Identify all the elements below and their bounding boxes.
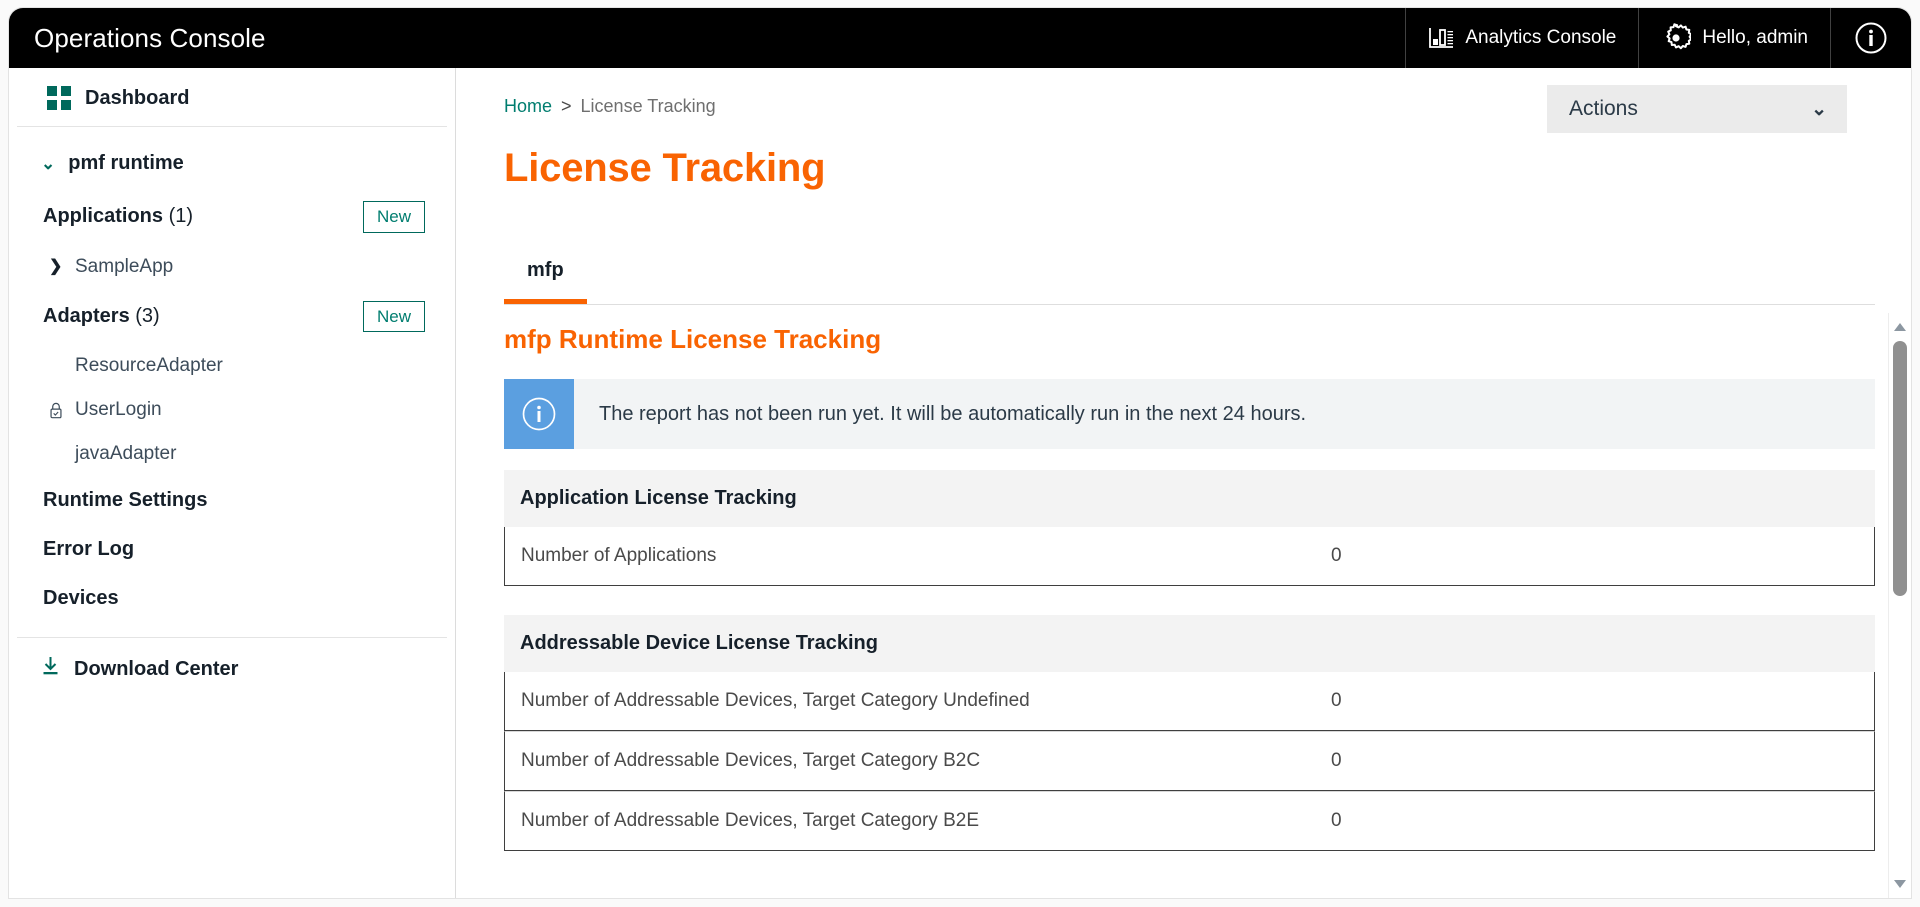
sidebar-item-dashboard[interactable]: Dashboard <box>47 86 421 110</box>
sidebar-item-runtime-settings[interactable]: Runtime Settings <box>9 476 455 525</box>
section-title: mfp Runtime License Tracking <box>504 324 881 355</box>
sidebar-group-adapters: Adapters (3) New <box>9 289 455 345</box>
sidebar-item-userlogin-label: UserLogin <box>75 399 162 421</box>
chevron-down-icon: ⌄ <box>1811 98 1827 121</box>
gear-icon <box>1661 23 1691 53</box>
addressable-device-license-table: Addressable Device License Tracking Numb… <box>504 615 1875 851</box>
chevron-right-icon: ❯ <box>49 259 63 275</box>
sidebar-item-pmf-runtime-label: pmf runtime <box>68 152 184 175</box>
scrollbar-thumb[interactable] <box>1893 341 1907 596</box>
sidebar-nav: ⌄ pmf runtime Applications (1) New ❯ Sam… <box>9 127 455 696</box>
adapters-label: Adapters <box>43 305 130 327</box>
scroll-down-button[interactable] <box>1889 874 1911 894</box>
actions-dropdown[interactable]: Actions ⌄ <box>1547 85 1847 133</box>
applications-label: Applications <box>43 205 163 227</box>
chevron-down-icon: ⌄ <box>41 155 55 172</box>
app-title: Operations Console <box>9 8 1405 68</box>
sidebar-item-sampleapp-label: SampleApp <box>75 256 173 278</box>
sidebar-item-devices[interactable]: Devices <box>9 574 455 623</box>
breadcrumb: Home > License Tracking <box>504 96 716 117</box>
analytics-console-button[interactable]: Analytics Console <box>1405 8 1638 68</box>
triangle-down-icon <box>1894 880 1906 888</box>
row-label: Number of Addressable Devices, Target Ca… <box>505 750 1331 772</box>
actions-dropdown-label: Actions <box>1569 97 1638 121</box>
breadcrumb-separator: > <box>561 96 572 117</box>
sidebar-item-download-center-label: Download Center <box>74 658 238 681</box>
info-button[interactable] <box>1830 8 1911 68</box>
sidebar-group-applications: Applications (1) New <box>9 189 455 245</box>
sidebar-item-error-log[interactable]: Error Log <box>9 525 455 574</box>
sidebar-item-download-center[interactable]: Download Center <box>9 638 455 696</box>
sidebar-item-pmf-runtime[interactable]: ⌄ pmf runtime <box>9 137 455 189</box>
breadcrumb-home[interactable]: Home <box>504 96 552 117</box>
user-menu-label: Hello, admin <box>1702 27 1808 49</box>
sidebar-item-javaadapter[interactable]: javaAdapter <box>9 432 455 476</box>
vertical-scrollbar[interactable] <box>1888 313 1911 898</box>
user-menu-button[interactable]: Hello, admin <box>1638 8 1830 68</box>
sidebar-item-resourceadapter-label: ResourceAdapter <box>75 355 223 377</box>
applications-count: (1) <box>169 205 193 227</box>
app-header: Operations Console <box>9 8 1911 68</box>
lock-check-icon <box>49 401 63 420</box>
download-icon <box>41 656 60 682</box>
triangle-up-icon <box>1894 323 1906 331</box>
sidebar: Dashboard ⌄ pmf runtime Applications (1)… <box>9 68 456 898</box>
sidebar-item-userlogin[interactable]: UserLogin <box>9 388 455 432</box>
row-label: Number of Applications <box>505 545 1331 567</box>
application-license-table: Application License Tracking Number of A… <box>504 470 1875 586</box>
analytics-console-label: Analytics Console <box>1465 27 1616 49</box>
row-value: 0 <box>1331 810 1342 832</box>
tab-mfp[interactable]: mfp <box>504 248 587 304</box>
sidebar-group-applications-title: Applications (1) <box>43 205 193 228</box>
row-label: Number of Addressable Devices, Target Ca… <box>505 810 1331 832</box>
info-circle-icon <box>504 379 574 449</box>
main-content: Home > License Tracking Actions ⌄ Licens… <box>456 68 1911 898</box>
grid-squares-icon <box>47 86 71 110</box>
table-row: Number of Addressable Devices, Target Ca… <box>504 731 1875 791</box>
bar-chart-icon <box>1428 26 1454 50</box>
info-banner: The report has not been run yet. It will… <box>504 379 1875 449</box>
browser-window: Operations Console <box>9 8 1911 898</box>
table-heading: Application License Tracking <box>504 470 1875 527</box>
page-title: License Tracking <box>504 146 825 191</box>
row-value: 0 <box>1331 545 1342 567</box>
table-row: Number of Addressable Devices, Target Ca… <box>504 791 1875 851</box>
table-heading: Addressable Device License Tracking <box>504 615 1875 672</box>
row-value: 0 <box>1331 750 1342 772</box>
sidebar-item-sampleapp[interactable]: ❯ SampleApp <box>9 245 455 289</box>
sidebar-dashboard-section: Dashboard <box>17 68 447 127</box>
sidebar-item-javaadapter-label: javaAdapter <box>75 443 176 465</box>
row-label: Number of Addressable Devices, Target Ca… <box>505 690 1331 712</box>
row-value: 0 <box>1331 690 1342 712</box>
table-row: Number of Applications 0 <box>504 527 1875 586</box>
adapters-count: (3) <box>135 305 159 327</box>
sidebar-item-dashboard-label: Dashboard <box>85 87 189 110</box>
info-banner-text: The report has not been run yet. It will… <box>574 379 1306 449</box>
new-application-button[interactable]: New <box>363 201 425 233</box>
sidebar-group-adapters-title: Adapters (3) <box>43 305 160 328</box>
info-circle-icon <box>1854 21 1888 55</box>
tab-bar: mfp <box>504 248 1875 305</box>
scroll-up-button[interactable] <box>1889 317 1911 337</box>
new-adapter-button[interactable]: New <box>363 301 425 333</box>
sidebar-item-resourceadapter[interactable]: ResourceAdapter <box>9 344 455 388</box>
table-row: Number of Addressable Devices, Target Ca… <box>504 672 1875 731</box>
header-actions: Analytics Console Hello, admin <box>1405 8 1911 68</box>
breadcrumb-current: License Tracking <box>581 96 716 117</box>
